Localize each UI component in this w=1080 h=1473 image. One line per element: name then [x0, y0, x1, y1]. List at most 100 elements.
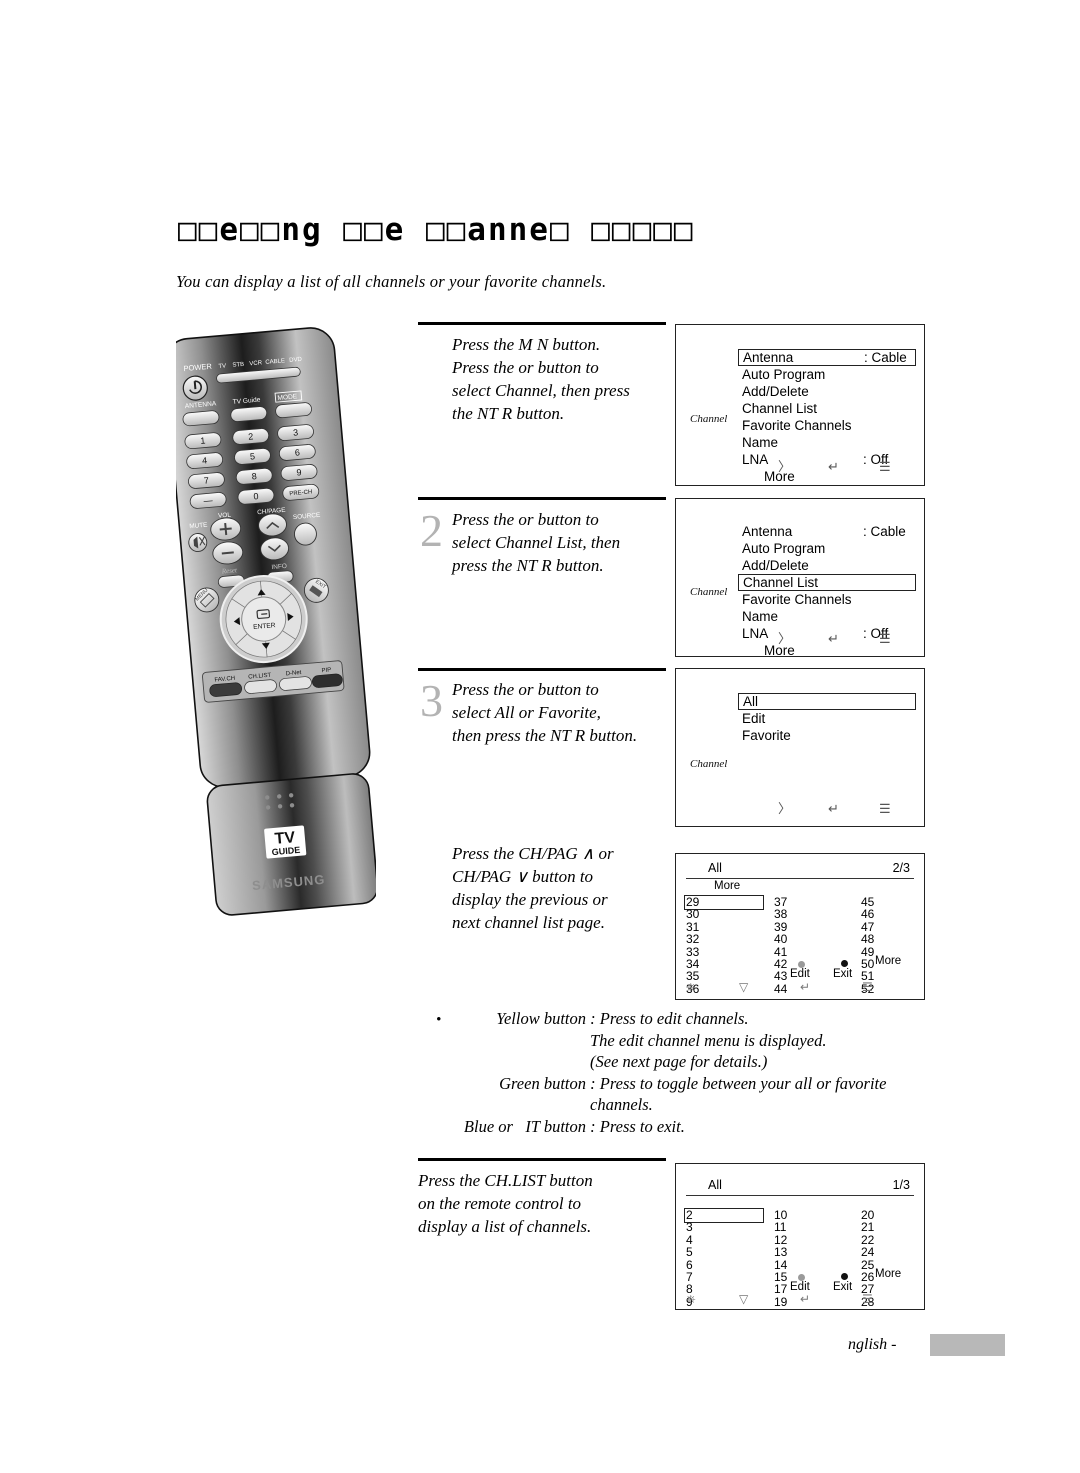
yellow-button-label: Yellow button — [496, 1009, 586, 1028]
note-blue-line: Blue or IT button : Press to exit. — [448, 1116, 928, 1138]
osd-menu-item-favorite[interactable]: Favorite — [738, 727, 916, 744]
bullet-icon: • — [436, 1012, 442, 1028]
exit-button-label[interactable]: Exit — [833, 1281, 852, 1293]
enter-icon: ↵ — [800, 980, 811, 994]
osd-footer-bar: 〉 ↵ ☰ — [676, 800, 924, 818]
yellow-button-text: : Press to edit channels. — [586, 1009, 749, 1028]
channel-number[interactable]: 11 — [774, 1221, 787, 1234]
osd-item-label: Auto Program — [742, 367, 826, 382]
green-button-label: Green button — [499, 1073, 586, 1093]
osd-menu-item-edit[interactable]: Edit — [738, 710, 916, 727]
osd-menu-item[interactable]: Add/Delete — [738, 557, 916, 574]
osd-item-label: Favorite Channels — [742, 592, 852, 607]
osd-item-label: Add/Delete — [742, 558, 809, 573]
svg-text:1: 1 — [200, 435, 206, 445]
note-green-detail: channels. — [590, 1095, 653, 1114]
svg-text:9: 9 — [296, 467, 302, 477]
channel-list-more-bottom: More — [875, 1268, 902, 1280]
note-yellow-line: Yellow button : Press to edit channels. — [448, 1008, 928, 1030]
channel-number[interactable]: 3 — [686, 1221, 693, 1234]
osd-menu-item[interactable]: Antenna: Cable — [738, 523, 916, 540]
osd-panel-channel-menu-2: Channel Antenna: Cable Auto Program Add/… — [675, 498, 925, 658]
step-3-text: Press the or button to select All or Fav… — [452, 680, 638, 745]
osd-panel-channel-list-page2: All 2/3 More 29 30 31 32 33 34 35 36 37 38 39 40 41… — [675, 853, 925, 1000]
channel-number[interactable]: 21 — [861, 1221, 874, 1234]
channel-number[interactable]: 38 — [774, 908, 787, 921]
osd-footer-bar: 〉 ↵ ☰ — [676, 458, 924, 476]
svg-text:3: 3 — [293, 427, 299, 437]
svg-text:8: 8 — [251, 471, 257, 481]
osd-menu-item[interactable]: Auto Program — [738, 366, 916, 383]
remote-control-illustration: POWER TV STB VCR CABLE DVD ANTENNA TV Gu… — [176, 322, 376, 922]
svg-text:VCR: VCR — [249, 360, 263, 367]
exit-button-label[interactable]: Exit — [833, 968, 852, 980]
enter-icon: ↵ — [828, 801, 839, 816]
svg-text:DVD: DVD — [289, 357, 303, 364]
step-3-number: 3 — [420, 675, 443, 726]
channel-number[interactable]: 46 — [861, 908, 874, 921]
osd-item-label: Name — [742, 435, 779, 450]
blue-button-text: : Press to exit. — [586, 1116, 685, 1136]
step-4-text: Press the CH/PAG ∧ or CH/PAG ∨ button to… — [452, 844, 614, 932]
step-5-rule — [418, 1158, 666, 1161]
exit-icon: ☰ — [862, 1292, 873, 1306]
channel-number[interactable]: 19 — [774, 1295, 787, 1308]
channel-number[interactable]: 43 — [774, 970, 787, 983]
edit-button-label[interactable]: Edit — [790, 968, 810, 980]
osd-item-label: Add/Delete — [742, 384, 809, 399]
osd-item-label: Channel List — [742, 401, 818, 416]
osd-item-value: : Cable — [863, 524, 906, 539]
osd-menu-item[interactable]: Favorite Channels — [738, 591, 916, 608]
osd-menu-item[interactable]: Add/Delete — [738, 383, 916, 400]
channel-number[interactable]: 5 — [686, 1246, 693, 1259]
down-icon: ▽ — [739, 980, 749, 994]
channel-number[interactable]: 13 — [774, 1246, 787, 1259]
exit-color-dot — [841, 1273, 848, 1280]
manual-page: □□e□□ng □□e □□anne□ □□□□□ You can displa… — [0, 0, 1080, 1473]
osd-menu-item[interactable]: Auto Program — [738, 540, 916, 557]
osd-menu-item[interactable]: Antenna: Cable — [738, 349, 916, 366]
step-2-rule — [418, 497, 666, 500]
osd-menu-item[interactable]: Name — [738, 608, 916, 625]
osd-footer-bar: 〉 ↵ ☰ — [676, 630, 924, 648]
step-1-text: Press the M N button. Press the or butto… — [452, 335, 630, 423]
channel-number[interactable]: 17 — [774, 1283, 787, 1296]
enter-icon: ↵ — [828, 631, 839, 646]
channel-list-more-bottom: More — [875, 955, 902, 967]
osd-side-label: Channel — [690, 413, 728, 425]
step-1-rule — [418, 322, 666, 325]
edit-color-dot — [798, 1274, 805, 1281]
osd-menu-item[interactable]: Name — [738, 434, 916, 451]
step-3-rule — [418, 668, 666, 671]
channel-number[interactable]: 40 — [774, 933, 787, 946]
page-title: □□e□□ng □□e □□anne□ □□□□□ — [178, 212, 695, 248]
channel-number[interactable]: 48 — [861, 933, 874, 946]
channel-list-title: All — [708, 861, 722, 875]
osd-menu-item[interactable]: Channel List — [738, 574, 916, 591]
svg-text:TV: TV — [218, 363, 226, 370]
osd-menu-item-all[interactable]: All — [738, 693, 916, 710]
note-yellow-detail-2: (See next page for details.) — [590, 1052, 768, 1071]
svg-text:INFO: INFO — [271, 563, 287, 571]
channel-column-2[interactable]: 37 38 39 40 41 42 43 44 — [774, 896, 787, 996]
channel-column-2[interactable]: 10 11 12 13 14 15 17 19 — [774, 1209, 787, 1309]
channel-number[interactable]: 32 — [686, 933, 699, 946]
page-subtitle: You can display a list of all channels o… — [176, 272, 607, 291]
osd-side-label: Channel — [690, 758, 728, 770]
channel-number[interactable]: 24 — [861, 1246, 874, 1259]
svg-text:6: 6 — [294, 447, 300, 457]
channel-list-more-top: More — [714, 880, 741, 892]
channel-number[interactable]: 30 — [686, 908, 699, 921]
exit-icon: ☰ — [879, 801, 891, 816]
enter-icon: ↵ — [828, 459, 839, 474]
rotate-icon: ⎈ — [686, 980, 696, 994]
channel-number[interactable]: 44 — [774, 982, 787, 995]
exit-icon: ☰ — [879, 631, 891, 646]
footer-page-bar — [930, 1334, 1005, 1356]
osd-menu-item[interactable]: Channel List — [738, 400, 916, 417]
osd-panel-channel-list-select: Channel All Edit Favorite 〉 ↵ ☰ — [675, 668, 925, 827]
remote-svg: POWER TV STB VCR CABLE DVD ANTENNA TV Gu… — [176, 327, 376, 916]
step-2-text: Press the or button to select Channel Li… — [452, 510, 621, 575]
osd-menu-item[interactable]: Favorite Channels — [738, 417, 916, 434]
osd-item-label: Auto Program — [742, 541, 826, 556]
